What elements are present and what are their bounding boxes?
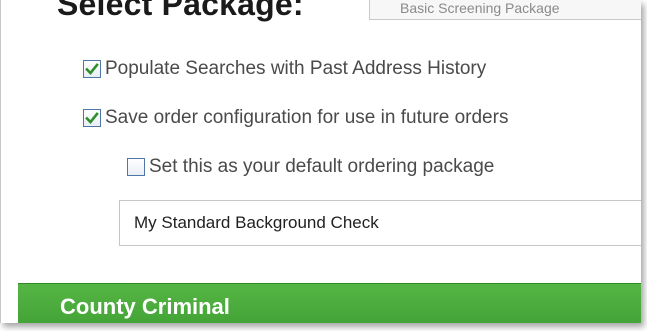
section-title: County Criminal [60,294,230,319]
checkmark-icon [85,63,99,75]
select-package-label: Select Package: [57,0,304,22]
order-options-panel: Select Package: Basic Screening Package … [0,0,641,323]
save-order-config-checkbox[interactable] [83,109,101,127]
package-select[interactable]: Basic Screening Package [369,0,641,20]
default-package-label: Set this as your default ordering packag… [149,156,495,177]
populate-past-address-option[interactable]: Populate Searches with Past Address Hist… [83,58,486,80]
save-order-config-label: Save order configuration for use in futu… [105,107,509,128]
county-criminal-section-header[interactable]: County Criminal [18,283,641,323]
populate-past-address-label: Populate Searches with Past Address Hist… [105,58,487,79]
populate-past-address-checkbox[interactable] [83,60,101,78]
configuration-name-input[interactable] [119,200,641,246]
default-package-checkbox[interactable] [127,158,145,176]
checkmark-icon [85,112,99,124]
default-package-option[interactable]: Set this as your default ordering packag… [127,156,494,178]
save-order-config-option[interactable]: Save order configuration for use in futu… [83,107,508,129]
